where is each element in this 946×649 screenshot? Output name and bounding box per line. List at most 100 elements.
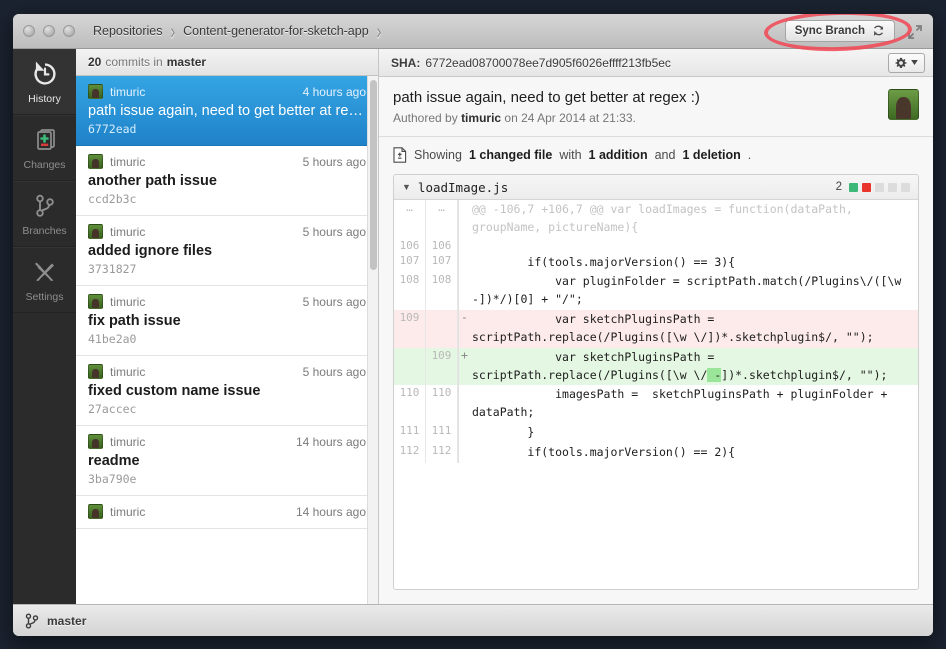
stat-square-empty xyxy=(875,182,884,192)
main-body: History Changes Branches Settings 20 com… xyxy=(13,49,933,604)
authored-date: on 24 Apr 2014 at 21:33. xyxy=(504,111,636,125)
commit-sha: 3ba790e xyxy=(88,472,137,486)
chevron-right-icon: › xyxy=(170,19,176,43)
avatar xyxy=(88,84,103,99)
diff-marker xyxy=(458,272,470,311)
commit-author: timuric xyxy=(110,434,146,449)
fullscreen-icon[interactable] xyxy=(907,24,923,40)
line-number-new: 109 xyxy=(426,347,458,386)
commit-title: readme xyxy=(88,453,140,469)
avatar xyxy=(88,224,103,239)
stat-square-empty xyxy=(901,182,910,192)
commit-sha: ccd2b3c xyxy=(88,192,137,206)
commit-list-panel: 20 commits in master timuric 4 hours ago… xyxy=(76,49,379,604)
sha-bar: SHA: 6772ead08700078ee7d905f6026effff213… xyxy=(379,49,933,77)
diff-marker: + xyxy=(458,347,470,386)
sidebar-item-settings[interactable]: Settings xyxy=(13,247,76,313)
zoom-button[interactable] xyxy=(63,25,75,37)
line-number-new: 110 xyxy=(426,385,458,423)
diff-file-header[interactable]: ▼ loadImage.js 2 xyxy=(394,175,918,200)
line-number-new: 111 xyxy=(426,422,458,443)
breadcrumb-repo-name[interactable]: Content-generator-for-sketch-app xyxy=(183,24,369,38)
line-number-old: 107 xyxy=(394,252,426,273)
commit-meta: timuric 14 hours ago xyxy=(88,434,366,449)
breadcrumb-repositories[interactable]: Repositories xyxy=(93,24,162,38)
diff-marker xyxy=(458,442,470,463)
commit-title: added ignore files xyxy=(88,243,213,259)
diff-code: if(tools.majorVersion() == 2){ xyxy=(472,444,736,459)
changes-icon xyxy=(32,125,58,155)
commit-title: fix path issue xyxy=(88,313,181,329)
commit-row[interactable]: timuric 5 hours ago fix path issue 41be2… xyxy=(76,286,378,356)
commit-row[interactable]: timuric 14 hours ago readme 3ba790e xyxy=(76,426,378,496)
chevron-right-icon: › xyxy=(376,19,382,43)
summary-mid: with xyxy=(559,148,582,162)
sync-branch-button[interactable]: Sync Branch xyxy=(784,20,895,42)
diff-word-highlight: - xyxy=(707,367,722,382)
line-number-new: 107 xyxy=(426,252,458,273)
diff-marker xyxy=(458,422,470,443)
line-number-old: 109 xyxy=(394,310,426,348)
avatar xyxy=(888,89,919,120)
commit-author: timuric xyxy=(110,294,146,309)
commit-sha: 41be2a0 xyxy=(88,332,137,346)
commit-time: 14 hours ago xyxy=(295,434,366,449)
scrollbar-thumb[interactable] xyxy=(370,80,377,270)
diff-line-context: 112 112 if(tools.majorVersion() == 2){ xyxy=(394,442,918,463)
commit-row[interactable]: timuric 5 hours ago another path issue c… xyxy=(76,146,378,216)
commit-detail-text: path issue again, need to get better at … xyxy=(393,89,878,125)
summary-files: 1 changed file xyxy=(468,148,553,162)
commit-row[interactable]: timuric 14 hours ago xyxy=(76,496,378,529)
sync-branch-label: Sync Branch xyxy=(794,25,865,37)
line-number-old: 111 xyxy=(394,422,426,443)
line-number-old xyxy=(394,347,426,386)
app-window: Repositories › Content-generator-for-ske… xyxy=(13,14,933,636)
commit-title: path issue again, need to get better at … xyxy=(88,103,363,119)
avatar xyxy=(88,434,103,449)
sha-label: SHA: xyxy=(391,55,421,70)
disclosure-triangle-icon[interactable]: ▼ xyxy=(402,182,411,192)
diff-code-part: ])*.sketchplugin$/, ""); xyxy=(721,367,888,382)
line-number-old: 106 xyxy=(394,237,426,253)
commit-detail-panel: SHA: 6772ead08700078ee7d905f6026effff213… xyxy=(379,49,933,604)
diff-line-context: 108 108 var pluginFolder = scriptPath.ma… xyxy=(394,272,918,311)
diff-line-deleted: 109 - var sketchPluginsPath = scriptPath… xyxy=(394,310,918,348)
diff-marker xyxy=(458,385,470,423)
commit-row[interactable]: timuric 5 hours ago added ignore files 3… xyxy=(76,216,378,286)
sidebar-item-label: History xyxy=(28,92,61,105)
breadcrumb: Repositories › Content-generator-for-ske… xyxy=(93,19,389,43)
sidebar-item-label: Branches xyxy=(22,225,67,237)
sidebar-item-label: Settings xyxy=(25,291,64,303)
line-number-old: 112 xyxy=(394,442,426,463)
summary-deletions: 1 deletion xyxy=(682,148,741,162)
diff-marker: - xyxy=(458,310,470,348)
stat-square-added xyxy=(849,182,858,192)
sidebar-item-changes[interactable]: Changes xyxy=(13,115,76,181)
diff-code: var sketchPluginsPath = scriptPath.repla… xyxy=(470,348,918,386)
commit-row[interactable]: timuric 5 hours ago fixed custom name is… xyxy=(76,356,378,426)
commit-list-scrollbar[interactable] xyxy=(367,76,378,604)
summary-prefix: Showing xyxy=(414,148,462,162)
commit-rows[interactable]: timuric 4 hours ago path issue again, ne… xyxy=(76,76,378,604)
sidebar: History Changes Branches Settings xyxy=(13,49,76,604)
close-button[interactable] xyxy=(23,25,35,37)
commit-count: 20 xyxy=(88,55,102,69)
status-bar: master xyxy=(13,604,933,636)
gear-menu-button[interactable] xyxy=(888,52,925,73)
minimize-button[interactable] xyxy=(43,25,55,37)
commit-sha: 27accec xyxy=(88,402,137,416)
commit-author: timuric xyxy=(110,84,146,99)
commit-row[interactable]: timuric 4 hours ago path issue again, ne… xyxy=(76,76,378,146)
sidebar-item-history[interactable]: History xyxy=(13,49,76,115)
sidebar-item-branches[interactable]: Branches xyxy=(13,181,76,247)
diff-code xyxy=(470,238,918,253)
diff-wrapper: ▼ loadImage.js 2 … … @@ -106,7 +106,7 @@… xyxy=(379,174,933,604)
author-name: timuric xyxy=(461,111,502,125)
diff-stat: 2 xyxy=(836,181,910,193)
commit-meta: timuric 14 hours ago xyxy=(88,504,366,519)
sha-value: 6772ead08700078ee7d905f6026effff213fb5ec xyxy=(425,55,671,70)
commit-detail-title: path issue again, need to get better at … xyxy=(393,89,700,106)
sidebar-item-label: Changes xyxy=(23,159,66,171)
gear-icon xyxy=(895,57,907,68)
commit-sha: 6772ead xyxy=(88,122,137,136)
